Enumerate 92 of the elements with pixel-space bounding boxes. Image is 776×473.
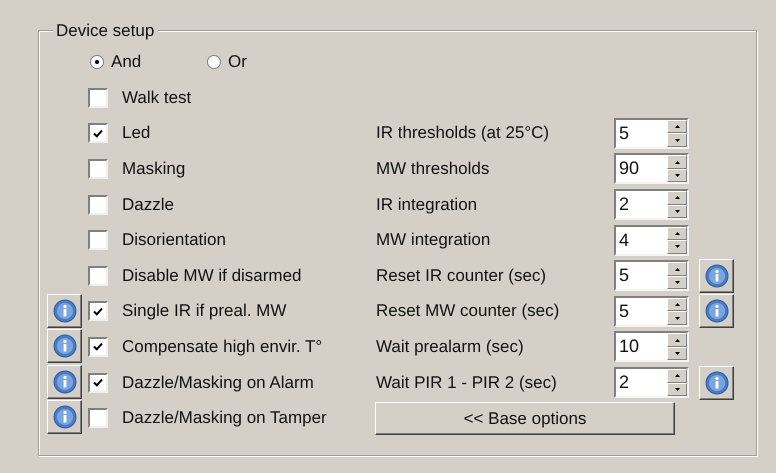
up-arrow-icon	[674, 338, 680, 342]
spin-field[interactable]: 5	[614, 118, 689, 149]
check-icon	[93, 342, 103, 352]
check-icon	[93, 306, 103, 316]
spin-down-button[interactable]	[667, 311, 687, 325]
checkbox[interactable]	[88, 372, 108, 393]
down-arrow-icon	[674, 316, 680, 320]
spin-field[interactable]: 2	[614, 367, 689, 398]
spin-field[interactable]: 90	[614, 153, 689, 184]
checkbox-label: Disorientation	[122, 230, 226, 250]
checkbox-label: Walk test	[122, 88, 192, 108]
spin-up-button[interactable]	[667, 120, 687, 134]
up-arrow-icon	[674, 374, 680, 378]
radio-button[interactable]	[90, 55, 104, 69]
check-icon	[93, 378, 103, 388]
checkbox-label: Single IR if preal. MW	[122, 301, 286, 322]
info-icon	[52, 370, 76, 394]
spin-up-button[interactable]	[667, 191, 687, 205]
info-button[interactable]	[699, 294, 734, 328]
spin-down-button[interactable]	[667, 168, 687, 182]
spin-field[interactable]: 4	[614, 224, 689, 256]
info-button[interactable]	[47, 329, 82, 364]
spin-down-button[interactable]	[667, 204, 687, 218]
down-arrow-icon	[674, 352, 680, 356]
info-icon	[52, 334, 76, 358]
spin-field[interactable]: 5	[614, 260, 689, 292]
up-arrow-icon	[674, 160, 680, 164]
setting-label: MW integration	[376, 230, 490, 250]
info-button[interactable]	[699, 366, 734, 400]
spin-field[interactable]: 5	[614, 296, 689, 327]
spin-field[interactable]: 10	[614, 331, 689, 362]
down-arrow-icon	[674, 174, 680, 178]
checkbox[interactable]	[88, 194, 108, 215]
checkbox[interactable]	[88, 336, 108, 357]
group-title: Device setup	[53, 21, 158, 41]
checkbox[interactable]	[88, 123, 108, 144]
checkbox[interactable]	[88, 408, 108, 428]
checkbox[interactable]	[88, 266, 108, 286]
setting-label: IR thresholds (at 25°C)	[376, 123, 550, 144]
spin-up-button[interactable]	[667, 226, 687, 240]
spin-field[interactable]: 2	[614, 189, 689, 220]
info-button[interactable]	[47, 400, 82, 434]
base-options-button[interactable]: << Base options	[375, 402, 675, 436]
radio-label: And	[111, 52, 142, 72]
checkbox-label: Dazzle/Masking on Alarm	[122, 372, 314, 393]
checkbox-label: Masking	[122, 158, 186, 179]
setting-label: Reset IR counter (sec)	[376, 266, 546, 286]
checkbox-label: Disable MW if disarmed	[122, 266, 302, 286]
spin-up-button[interactable]	[667, 262, 687, 276]
checkbox[interactable]	[88, 301, 108, 322]
down-arrow-icon	[674, 138, 680, 142]
up-arrow-icon	[674, 232, 680, 235]
radio-label: Or	[228, 52, 247, 72]
info-icon	[704, 264, 728, 288]
up-arrow-icon	[674, 125, 680, 128]
info-icon	[52, 405, 76, 430]
checkbox-label: Compensate high envir. T°	[122, 336, 322, 357]
info-icon	[52, 298, 76, 323]
setting-label: Reset MW counter (sec)	[376, 301, 560, 322]
radio-button[interactable]	[207, 55, 221, 69]
check-icon	[93, 128, 103, 138]
spin-down-button[interactable]	[667, 276, 687, 290]
setting-label: Wait prealarm (sec)	[376, 336, 524, 357]
spin-up-button[interactable]	[667, 369, 687, 383]
info-button[interactable]	[47, 364, 82, 399]
down-arrow-icon	[674, 281, 680, 284]
checkbox-label: Led	[122, 123, 150, 144]
spin-down-button[interactable]	[667, 240, 687, 254]
spin-down-button[interactable]	[667, 382, 687, 396]
up-arrow-icon	[674, 268, 680, 271]
spin-down-button[interactable]	[667, 346, 687, 360]
down-arrow-icon	[674, 245, 680, 248]
info-button[interactable]	[699, 258, 734, 293]
spin-up-button[interactable]	[667, 155, 687, 169]
down-arrow-icon	[674, 388, 680, 391]
down-arrow-icon	[674, 210, 680, 213]
checkbox[interactable]	[88, 88, 108, 108]
spin-down-button[interactable]	[667, 133, 687, 147]
setting-label: Wait PIR 1 - PIR 2 (sec)	[376, 372, 557, 393]
spin-up-button[interactable]	[667, 333, 687, 347]
up-arrow-icon	[674, 196, 680, 200]
spin-up-button[interactable]	[667, 298, 687, 312]
setting-label: IR integration	[376, 194, 478, 215]
info-icon	[704, 370, 728, 395]
info-button[interactable]	[47, 294, 82, 328]
setting-label: MW thresholds	[376, 158, 490, 179]
checkbox-label: Dazzle	[122, 194, 174, 215]
checkbox[interactable]	[88, 158, 108, 179]
checkbox-label: Dazzle/Masking on Tamper	[122, 408, 327, 428]
up-arrow-icon	[674, 303, 680, 306]
checkbox[interactable]	[88, 230, 108, 250]
info-icon	[704, 299, 728, 324]
